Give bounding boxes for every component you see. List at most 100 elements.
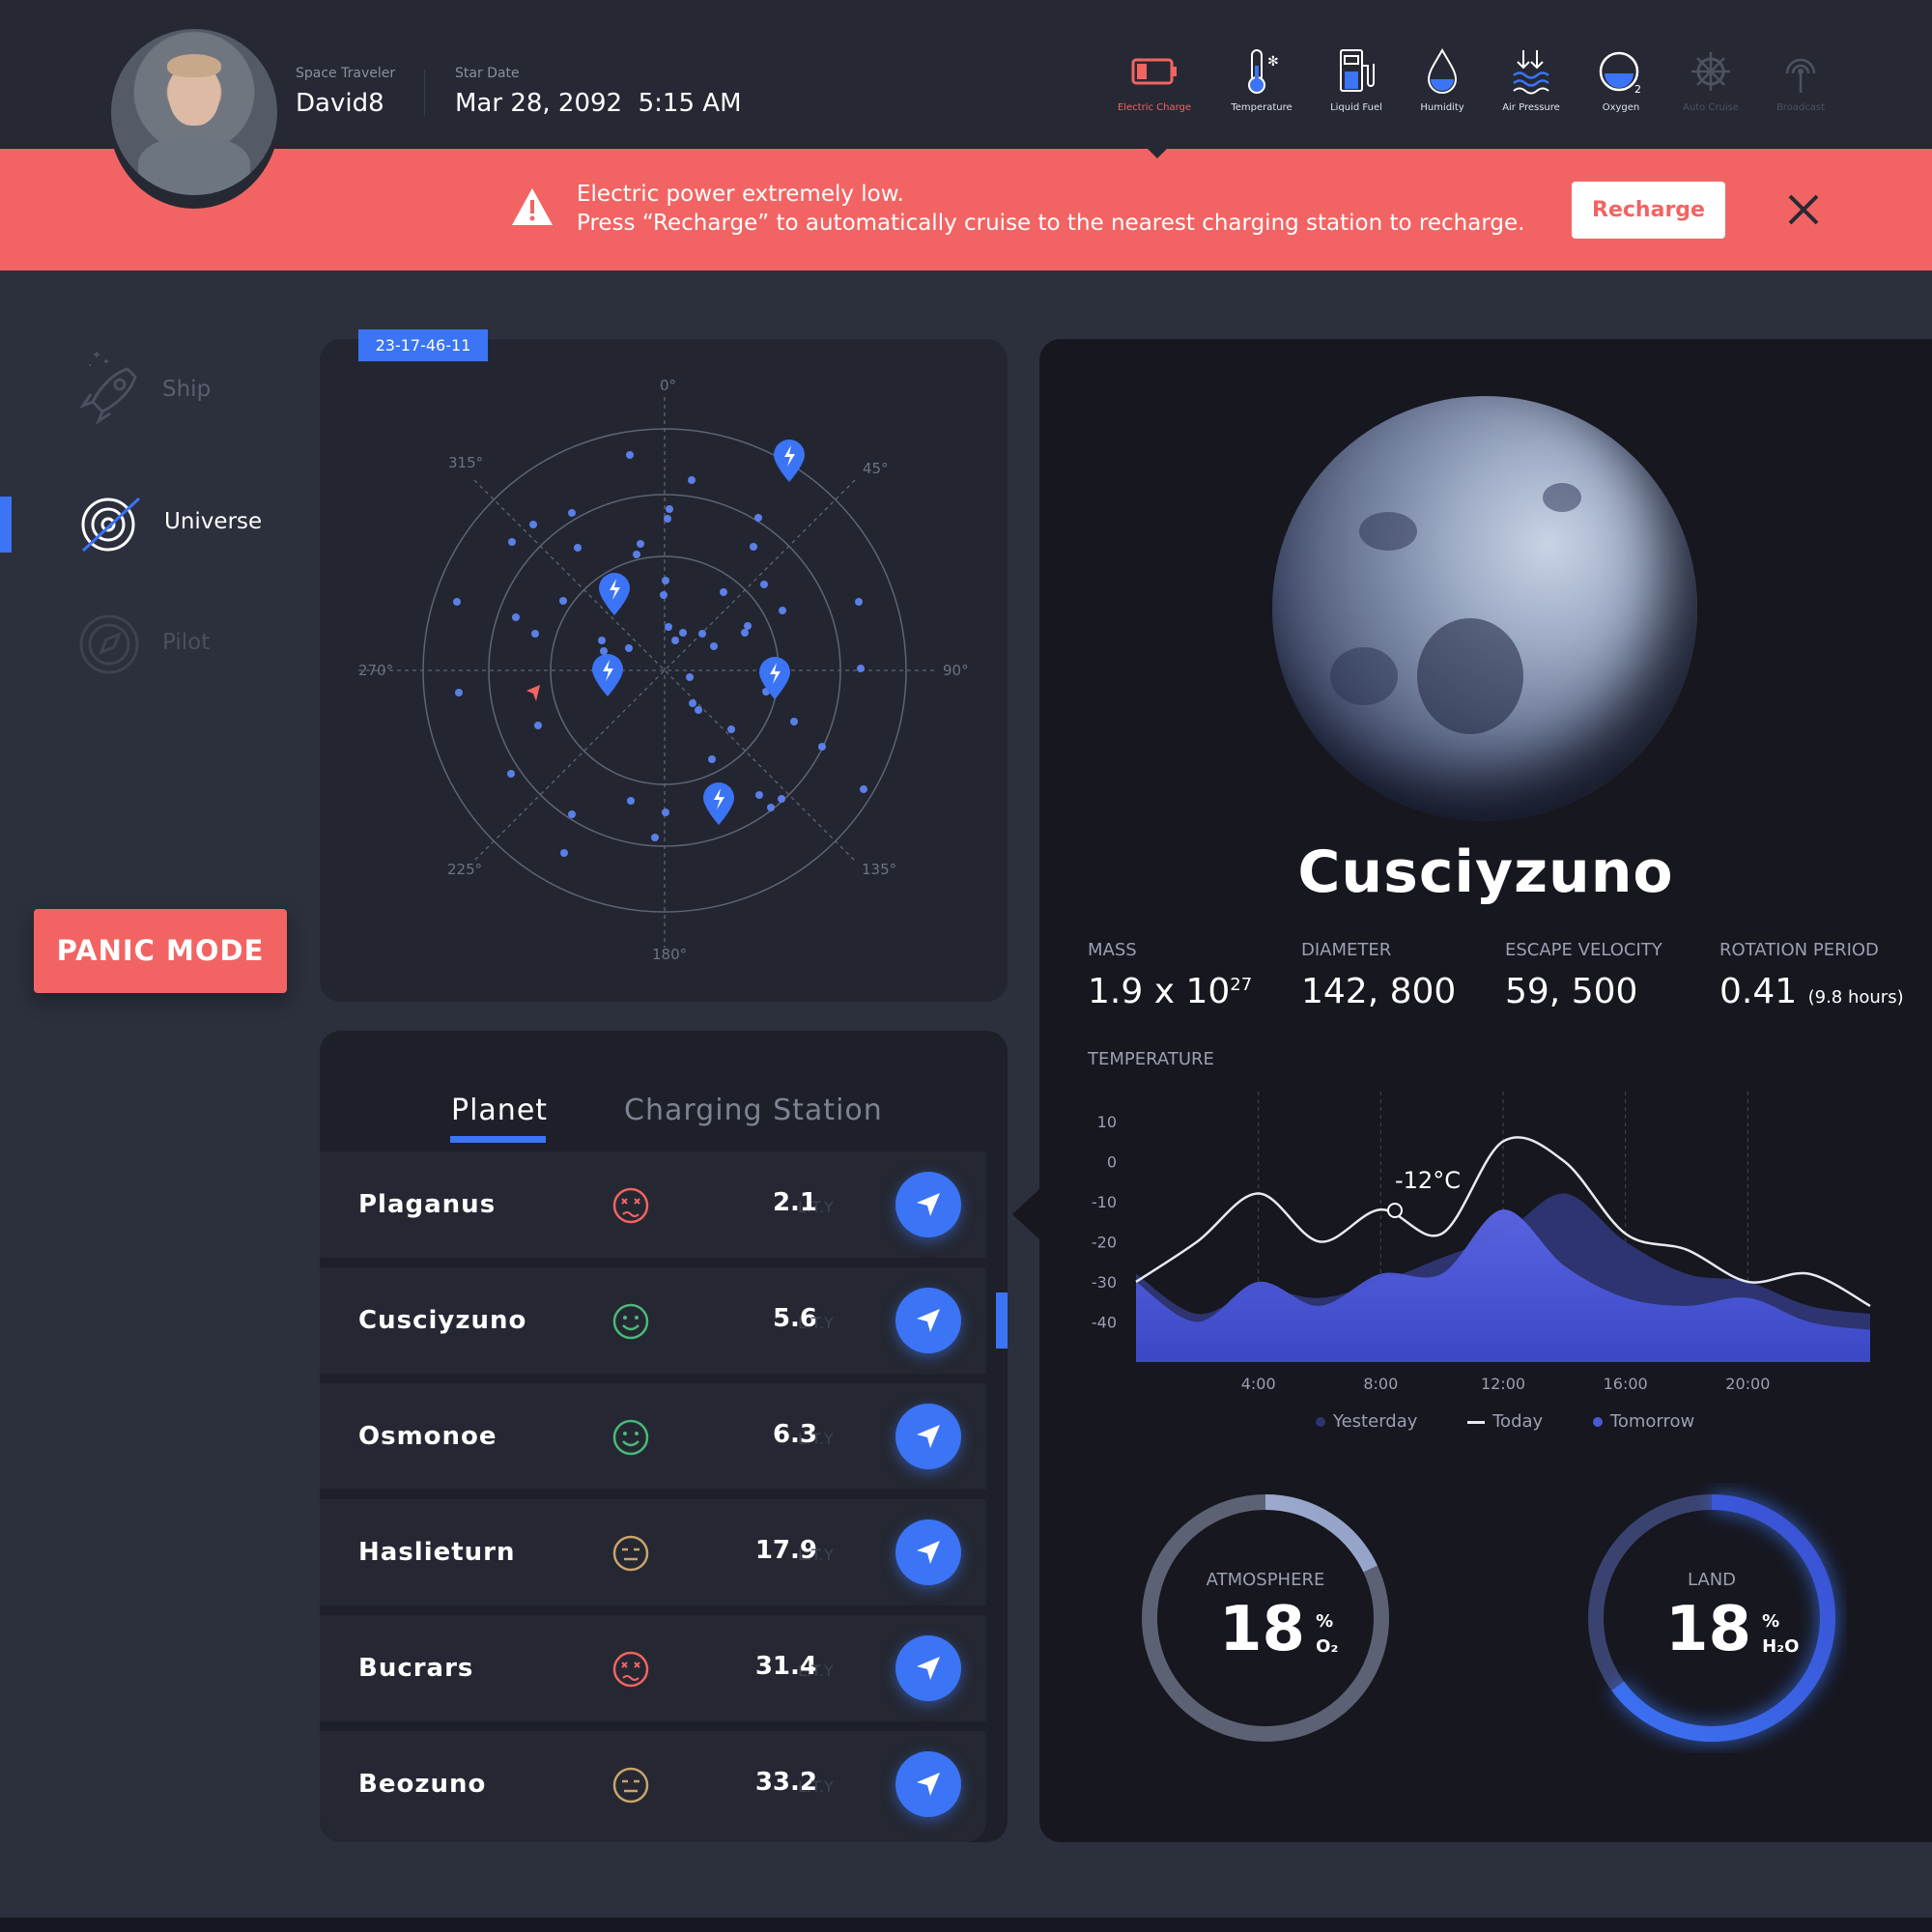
table-row[interactable]: Osmonoe 6.3 L.T.Y <box>320 1383 986 1490</box>
header-divider <box>424 70 425 116</box>
traveler-label: Space Traveler <box>296 66 396 81</box>
navigate-arrow-icon <box>917 1541 940 1564</box>
distance-unit: L.T.Y <box>798 1314 834 1332</box>
navigate-button[interactable] <box>895 1288 961 1353</box>
neutral-face-icon <box>612 1535 649 1572</box>
status-humidity[interactable]: Humidity <box>1398 48 1487 113</box>
radar-map[interactable]: 0° 45° 90° 135° 180° 225° 270° 315° <box>320 339 1008 1002</box>
distance-unit: L.T.Y <box>798 1430 834 1448</box>
oxygen-icon: 2 <box>1599 51 1641 95</box>
compass-icon <box>79 614 139 674</box>
alert-line-1: Electric power extremely low. <box>577 182 904 207</box>
x-tick-label: 8:00 <box>1363 1375 1398 1393</box>
navigate-arrow-icon <box>917 1657 940 1680</box>
status-broadcast[interactable]: Broadcast <box>1756 48 1845 113</box>
table-row[interactable]: Bucrars 31.4 L.T.Y <box>320 1615 986 1721</box>
fuel-pump-icon <box>1340 49 1375 92</box>
avatar[interactable] <box>111 29 277 195</box>
atmosphere-sub: O₂ <box>1316 1636 1339 1657</box>
radar-angle-180: 180° <box>652 946 687 963</box>
planet-name: Haslieturn <box>358 1538 516 1567</box>
distance-unit: L.T.Y <box>798 1777 834 1796</box>
radar-angle-135: 135° <box>862 861 896 878</box>
x-tick-label: 20:00 <box>1725 1375 1770 1393</box>
sidebar-label-universe: Universe <box>164 509 263 534</box>
panic-mode-button[interactable]: PANIC MODE <box>34 909 287 993</box>
ship-wheel-icon <box>1691 52 1730 91</box>
y-tick-label: -20 <box>1092 1233 1117 1251</box>
status-temperature[interactable]: ✻ Temperature <box>1217 48 1306 113</box>
neutral-face-icon <box>612 1767 649 1804</box>
navigate-button[interactable] <box>895 1520 961 1585</box>
happy-face-icon <box>612 1419 649 1456</box>
close-icon[interactable] <box>1787 193 1820 226</box>
tab-planet[interactable]: Planet <box>451 1094 548 1127</box>
escape-velocity-value: 59, 500 <box>1505 972 1638 1011</box>
atmosphere-value: 18 <box>1219 1594 1306 1665</box>
y-tick-label: -10 <box>1092 1193 1117 1211</box>
ship-position-icon <box>526 685 540 701</box>
water-drop-icon <box>1427 48 1458 94</box>
legend-tomorrow: Tomorrow <box>1592 1411 1694 1432</box>
navigate-arrow-icon <box>917 1309 940 1332</box>
table-row[interactable]: Beozuno 33.2 L.T.Y <box>320 1731 986 1842</box>
status-liquid-fuel[interactable]: Liquid Fuel <box>1312 48 1401 113</box>
temperature-chart[interactable]: 100-10-20-30-40 4:00 8:00 12:00 16:00 20:00 … <box>1088 1082 1889 1430</box>
sidebar-label-pilot: Pilot <box>162 630 211 655</box>
sidebar-item-pilot[interactable]: Pilot <box>77 612 290 676</box>
sidebar-item-ship[interactable]: Ship <box>77 348 290 435</box>
table-row[interactable]: Plaganus 2.1 L.T.Y <box>320 1151 986 1258</box>
sidebar-active-indicator <box>0 497 12 553</box>
land-sub: H₂O <box>1762 1636 1800 1657</box>
thermometer-icon: ✻ <box>1248 49 1279 94</box>
planet-name: Osmonoe <box>358 1422 497 1451</box>
y-tick-label: 0 <box>1107 1152 1117 1171</box>
happy-face-icon <box>612 1303 649 1340</box>
navigate-button[interactable] <box>895 1172 961 1237</box>
recharge-button[interactable]: Recharge <box>1572 182 1725 239</box>
radar-angle-270: 270° <box>358 662 393 679</box>
navigate-arrow-icon <box>917 1193 940 1216</box>
sad-face-icon <box>612 1651 649 1688</box>
navigate-button[interactable] <box>895 1635 961 1701</box>
status-oxygen[interactable]: 2 Oxygen <box>1577 48 1665 113</box>
status-electric-charge[interactable]: Electric Charge <box>1110 48 1199 113</box>
selected-row-indicator <box>996 1293 1008 1349</box>
atmosphere-label: ATMOSPHERE <box>1206 1570 1325 1590</box>
land-label: LAND <box>1687 1570 1737 1590</box>
x-tick-label: 12:00 <box>1481 1375 1525 1393</box>
navigate-arrow-icon <box>917 1425 940 1448</box>
status-air-pressure[interactable]: Air Pressure <box>1487 48 1576 113</box>
universe-icon <box>81 497 141 553</box>
diameter-label: DIAMETER <box>1301 940 1392 960</box>
distance-unit: L.T.Y <box>798 1662 834 1680</box>
detail-pointer <box>1012 1189 1039 1239</box>
bottom-edge <box>0 1918 1932 1932</box>
land-value-group: 18 % H₂O <box>1665 1594 1799 1665</box>
table-row[interactable]: Haslieturn 17.9 L.T.Y <box>320 1499 986 1605</box>
planet-name: Bucrars <box>358 1654 474 1683</box>
sidebar-item-universe[interactable]: Universe <box>77 493 290 556</box>
radar-angle-90: 90° <box>943 662 969 679</box>
status-auto-cruise[interactable]: Auto Cruise <box>1666 48 1755 113</box>
table-row[interactable]: Cusciyzuno 5.6 L.T.Y <box>320 1267 986 1374</box>
navigate-button[interactable] <box>895 1751 961 1817</box>
radar-angle-315: 315° <box>448 454 483 471</box>
land-value: 18 <box>1665 1594 1752 1665</box>
tab-charging-station[interactable]: Charging Station <box>624 1094 883 1127</box>
series-tomorrow <box>1136 1209 1870 1362</box>
y-tick-label: 10 <box>1097 1113 1117 1131</box>
broadcast-icon <box>1785 58 1816 93</box>
x-tick-label: 4:00 <box>1241 1375 1276 1393</box>
land-unit: % <box>1762 1611 1780 1632</box>
planet-image <box>1272 396 1697 821</box>
y-tick-label: -30 <box>1092 1273 1117 1292</box>
radar-planet-dots <box>453 451 867 857</box>
warning-icon <box>512 188 553 225</box>
svg-text:2: 2 <box>1634 83 1641 95</box>
distance-unit: L.T.Y <box>798 1198 834 1216</box>
svg-text:✻: ✻ <box>1267 54 1279 70</box>
navigate-button[interactable] <box>895 1404 961 1469</box>
temperature-marker <box>1387 1203 1403 1218</box>
escape-velocity-label: ESCAPE VELOCITY <box>1505 940 1662 960</box>
